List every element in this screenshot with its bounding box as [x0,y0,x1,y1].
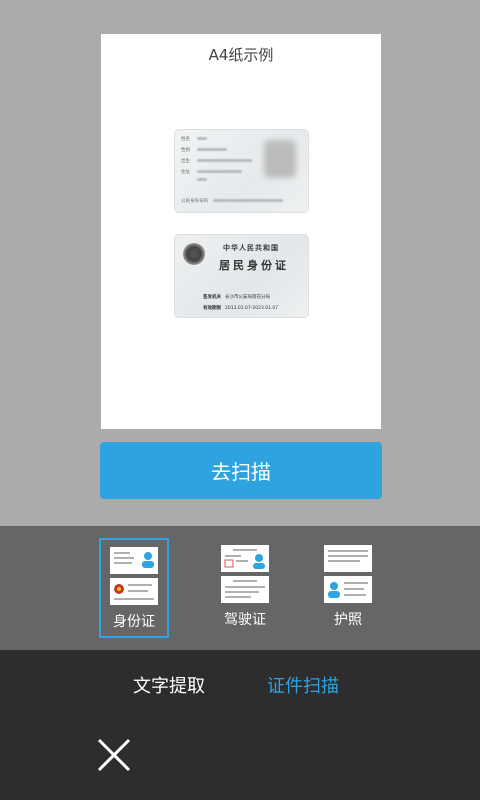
close-button[interactable] [95,736,133,774]
driver-license-icon [221,545,269,603]
tab-text-extract[interactable]: 文字提取 [133,672,205,698]
bottom-bar: 文字提取 证件扫描 [0,650,480,800]
national-emblem-icon [183,243,205,265]
validity-line: 有效期限 2013.01.07-2023.01.07 [203,306,279,311]
id-card-icon [110,547,158,605]
nation-name: 中华人民共和国 [223,244,279,252]
doc-type-label: 护照 [334,612,362,628]
doc-type-passport[interactable]: 护照 [313,538,383,638]
issuer-line: 签发机关 长沙市公安局雨花分局 [203,295,270,300]
card-name: 居民身份证 [219,259,289,272]
doc-type-driver-license[interactable]: 驾驶证 [210,538,280,638]
paper-title: A4纸示例 [208,46,274,64]
tab-cert-scan[interactable]: 证件扫描 [267,672,339,698]
doc-type-label: 驾驶证 [224,612,266,628]
blurred-photo [264,140,296,178]
close-icon [97,738,131,772]
preview-area: A4纸示例 姓名 性别 出生 住址 公民身份号码 中华人民共和国 居民身份证 签… [0,0,480,526]
doc-type-label: 身份证 [113,614,155,630]
id-card-back-sample: 中华人民共和国 居民身份证 签发机关 长沙市公安局雨花分局 有效期限 2013.01… [174,234,309,318]
passport-icon [324,545,372,603]
scan-button[interactable]: 去扫描 [100,442,382,499]
doc-type-id-card[interactable]: 身份证 [99,538,169,638]
id-card-front-sample: 姓名 性别 出生 住址 公民身份号码 [174,129,309,213]
a4-paper-preview: A4纸示例 姓名 性别 出生 住址 公民身份号码 中华人民共和国 居民身份证 签… [101,34,381,429]
document-type-selector: 身份证 驾驶证 护照 [0,526,480,650]
